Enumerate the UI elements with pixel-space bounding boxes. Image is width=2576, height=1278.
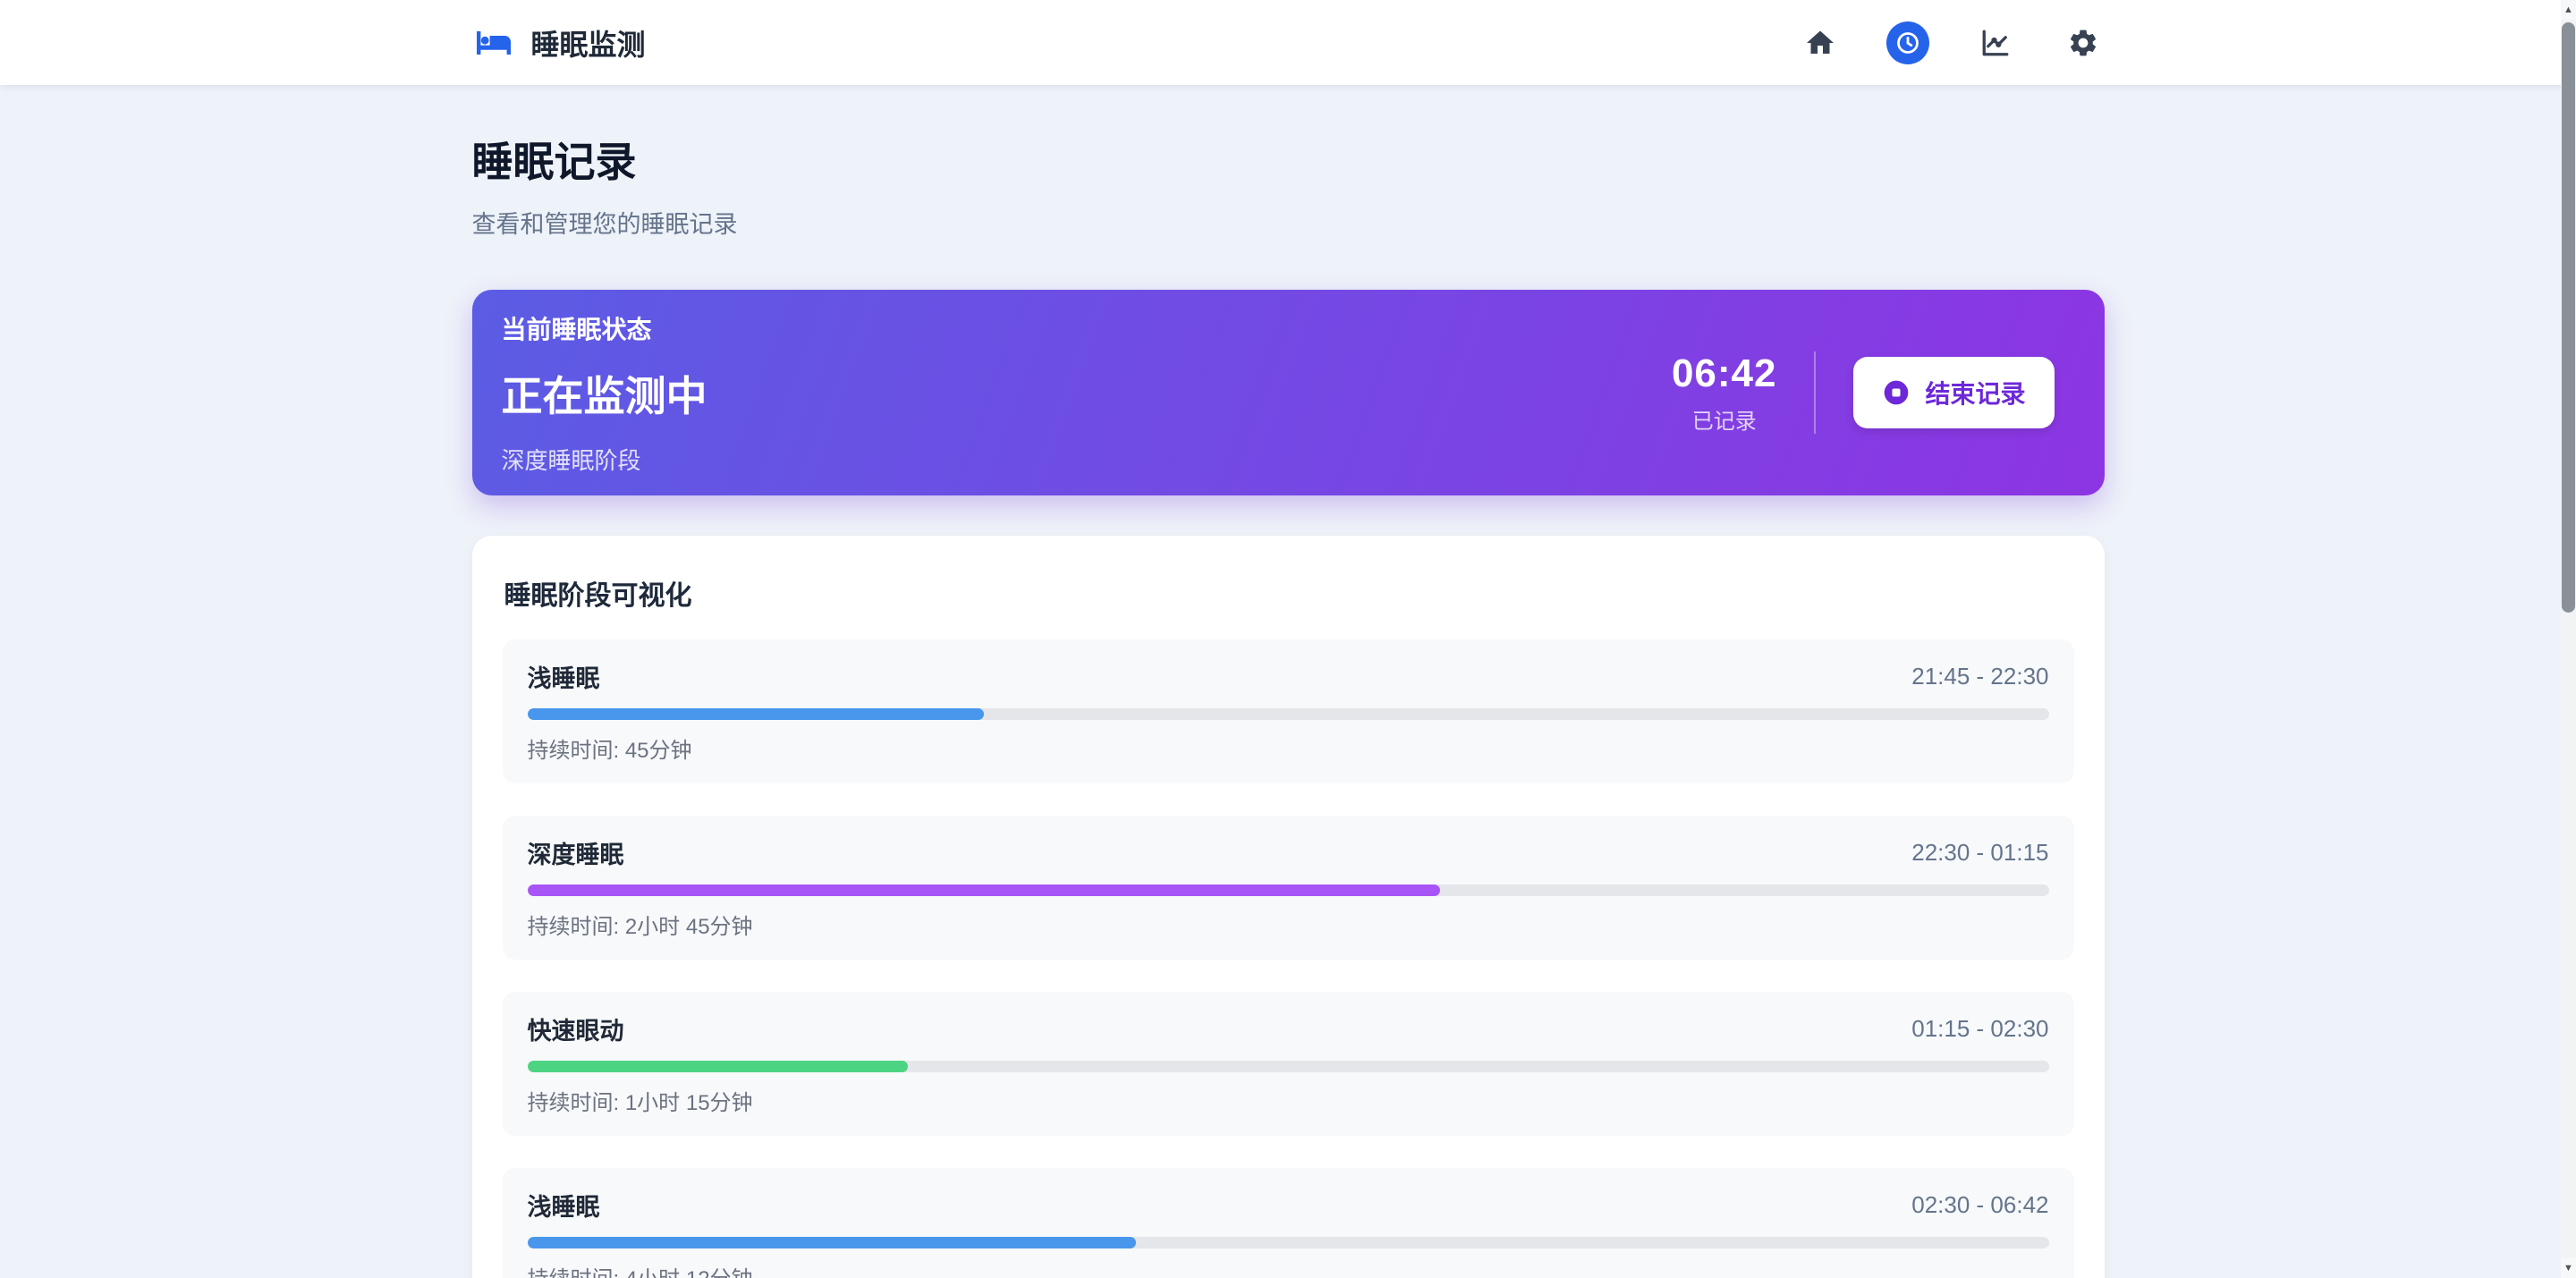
stage-row-deep-sleep: 深度睡眠 22:30 - 01:15 持续时间: 2小时 45分钟 <box>503 816 2074 960</box>
stage-name: 快速眼动 <box>528 1011 624 1046</box>
scrollbar-up-arrow[interactable]: ▲ <box>2561 0 2576 20</box>
stage-name: 深度睡眠 <box>528 835 624 870</box>
page-title: 睡眠记录 <box>472 130 2105 189</box>
stage-row-light-sleep-1: 浅睡眠 21:45 - 22:30 持续时间: 45分钟 <box>503 639 2074 783</box>
stage-time-range: 01:15 - 02:30 <box>1911 1015 2048 1043</box>
bed-icon <box>472 21 515 64</box>
status-value: 正在监测中 <box>502 364 708 423</box>
nav-statistics-button[interactable] <box>1974 21 2017 64</box>
stage-progress-track <box>528 1237 2049 1248</box>
sleep-status-card: 当前睡眠状态 正在监测中 深度睡眠阶段 06:42 已记录 结束记录 <box>472 290 2105 495</box>
stage-progress-fill <box>528 1237 1136 1248</box>
timer-label: 已记录 <box>1672 403 1777 435</box>
stage-duration: 持续时间: 1小时 15分钟 <box>528 1085 2049 1116</box>
gear-icon <box>2067 27 2099 59</box>
scrollbar[interactable]: ▲ ▼ <box>2561 0 2576 1278</box>
nav-icons <box>1799 21 2105 64</box>
stage-progress-fill <box>528 708 984 720</box>
nav-home-button[interactable] <box>1799 21 1842 64</box>
timer-block: 06:42 已记录 <box>1672 351 1777 435</box>
stage-row-light-sleep-2: 浅睡眠 02:30 - 06:42 持续时间: 4小时 12分钟 <box>503 1168 2074 1278</box>
stage-time-range: 21:45 - 22:30 <box>1911 663 2048 690</box>
app-title: 睡眠监测 <box>531 22 646 63</box>
stage-progress-track <box>528 1061 2049 1072</box>
status-stage: 深度睡眠阶段 <box>502 443 708 476</box>
end-recording-label: 结束记录 <box>1925 375 2025 410</box>
stage-time-range: 22:30 - 01:15 <box>1911 839 2048 867</box>
stage-progress-fill <box>528 884 1441 896</box>
line-chart-icon <box>1979 27 2012 59</box>
stage-progress-fill <box>528 1061 908 1072</box>
stage-name: 浅睡眠 <box>528 659 600 694</box>
stage-progress-track <box>528 884 2049 896</box>
main-content: 睡眠记录 查看和管理您的睡眠记录 当前睡眠状态 正在监测中 深度睡眠阶段 06:… <box>472 85 2105 1278</box>
page-subtitle: 查看和管理您的睡眠记录 <box>472 205 2105 240</box>
scrollbar-down-arrow[interactable]: ▼ <box>2561 1258 2576 1278</box>
status-info: 当前睡眠状态 正在监测中 深度睡眠阶段 <box>502 310 708 476</box>
stages-card-title: 睡眠阶段可视化 <box>504 573 2074 613</box>
stage-duration: 持续时间: 2小时 45分钟 <box>528 909 2049 940</box>
stage-progress-track <box>528 708 2049 720</box>
app-brand: 睡眠监测 <box>472 21 646 64</box>
nav-sleep-records-button[interactable] <box>1886 21 1929 64</box>
nav-settings-button[interactable] <box>2062 21 2105 64</box>
stop-circle-icon <box>1882 378 1911 407</box>
status-label: 当前睡眠状态 <box>502 310 708 346</box>
stage-name: 浅睡眠 <box>528 1188 600 1223</box>
stage-duration: 持续时间: 4小时 12分钟 <box>528 1261 2049 1278</box>
sleep-stages-card: 睡眠阶段可视化 浅睡眠 21:45 - 22:30 持续时间: 45分钟 深度睡… <box>472 536 2105 1278</box>
navbar: 睡眠监测 <box>0 0 2576 85</box>
vertical-divider <box>1814 351 1816 434</box>
home-icon <box>1804 27 1836 59</box>
scrollbar-thumb[interactable] <box>2562 22 2575 613</box>
clock-icon <box>1895 30 1920 55</box>
timer-value: 06:42 <box>1672 351 1777 396</box>
end-recording-button[interactable]: 结束记录 <box>1853 357 2054 428</box>
stage-time-range: 02:30 - 06:42 <box>1911 1191 2048 1219</box>
stage-duration: 持续时间: 45分钟 <box>528 732 2049 764</box>
stage-row-rem: 快速眼动 01:15 - 02:30 持续时间: 1小时 15分钟 <box>503 992 2074 1136</box>
